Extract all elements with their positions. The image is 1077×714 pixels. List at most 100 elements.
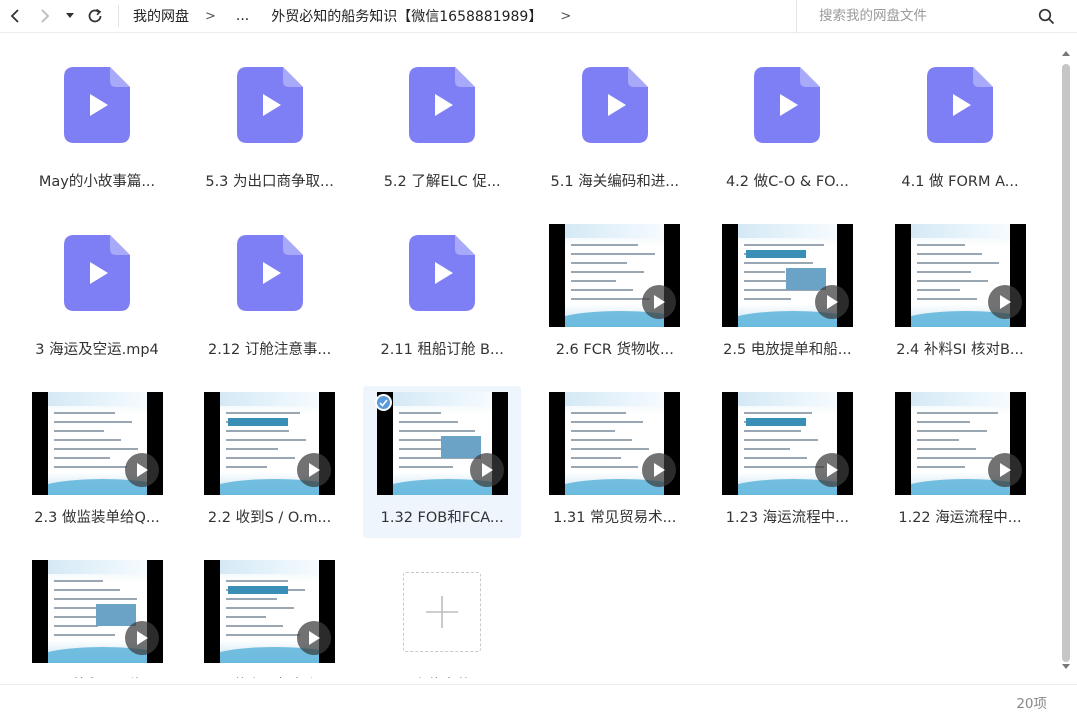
play-icon[interactable] <box>642 285 677 319</box>
file-thumbnail <box>18 386 176 501</box>
video-file-icon <box>64 234 130 311</box>
play-icon[interactable] <box>124 621 159 655</box>
video-file-icon <box>754 66 821 143</box>
play-icon[interactable] <box>814 285 849 319</box>
file-name: 5.3 为出口商争取... <box>205 174 334 190</box>
video-file-icon <box>409 66 476 143</box>
video-thumbnail <box>721 392 853 495</box>
file-item[interactable]: 5.2 了解ELC 促... <box>363 50 521 202</box>
scrollbar-thumb[interactable] <box>1062 64 1070 662</box>
breadcrumb-separator: > <box>205 8 216 24</box>
file-name: May的小故事篇... <box>38 174 156 190</box>
video-thumbnail <box>549 224 681 327</box>
file-name: 5.1 海关编码和进... <box>550 174 680 190</box>
breadcrumb-ellipsis[interactable]: ... <box>236 8 249 24</box>
back-button[interactable] <box>0 0 30 33</box>
video-thumbnail <box>31 560 163 663</box>
refresh-button[interactable] <box>80 0 110 33</box>
play-icon[interactable] <box>987 285 1022 319</box>
status-bar: 20项 <box>0 684 1077 714</box>
file-name: 1.31 常见贸易术... <box>553 510 677 526</box>
file-name: 4.1 做 FORM A... <box>901 174 1019 190</box>
file-name: 2.4 补料SI 核对B... <box>896 342 1024 358</box>
file-thumbnail <box>191 554 349 669</box>
file-thumbnail <box>191 50 349 165</box>
file-thumbnail <box>881 386 1039 501</box>
file-item[interactable]: 2.11 租船订舱 B... <box>363 218 521 370</box>
video-thumbnail <box>721 224 853 327</box>
play-icon[interactable] <box>814 453 849 487</box>
search-input[interactable] <box>797 8 1027 24</box>
file-name: 2.5 电放提单和船... <box>723 342 852 358</box>
caret-down-icon <box>66 13 74 18</box>
file-thumbnail <box>191 218 349 333</box>
file-item[interactable]: 1.21 外贸公司海... <box>18 554 176 678</box>
upload-dropzone[interactable] <box>403 572 482 652</box>
video-thumbnail <box>31 392 163 495</box>
upload-file-button[interactable]: 上传文件 <box>363 554 521 678</box>
file-name: 2.2 收到S / O.m... <box>207 510 332 526</box>
file-item[interactable]: 1.22 海运流程中... <box>881 386 1039 538</box>
file-name: 2.6 FCR 货物收... <box>555 342 674 358</box>
file-thumbnail <box>536 218 694 333</box>
play-icon[interactable] <box>469 453 504 487</box>
file-item[interactable]: 3 海运及空运.mp4 <box>18 218 176 370</box>
file-item[interactable]: 2.12 订舱注意事... <box>191 218 349 370</box>
item-count: 20项 <box>1016 696 1047 712</box>
play-icon[interactable] <box>124 453 159 487</box>
file-item[interactable]: 5.3 为出口商争取... <box>191 50 349 202</box>
video-thumbnail <box>894 392 1026 495</box>
file-thumbnail <box>18 554 176 669</box>
scroll-down-arrow-icon[interactable] <box>1062 664 1070 670</box>
file-name: 2.11 租船订舱 B... <box>380 342 504 358</box>
file-name: 1.22 海运流程中... <box>898 510 1022 526</box>
file-thumbnail <box>536 50 694 165</box>
file-item[interactable]: 2.6 FCR 货物收... <box>536 218 694 370</box>
file-item[interactable]: 5.1 海关编码和进... <box>536 50 694 202</box>
play-icon[interactable] <box>297 453 332 487</box>
video-file-icon <box>64 66 130 143</box>
play-icon[interactable] <box>642 453 677 487</box>
video-file-icon <box>581 66 648 143</box>
file-name: 2.12 订舱注意事... <box>207 342 332 358</box>
breadcrumb-root[interactable]: 我的网盘 <box>133 6 189 26</box>
file-name: 1.1 什么是船务和... <box>191 674 349 678</box>
file-item[interactable]: May的小故事篇... <box>18 50 176 202</box>
file-item[interactable]: 4.2 做C-O & FO... <box>708 50 866 202</box>
file-thumbnail <box>191 386 349 501</box>
file-thumbnail <box>536 386 694 501</box>
play-icon[interactable] <box>297 621 332 655</box>
file-grid: May的小故事篇... 5.3 为出口商争取... 5.2 了解ELC 促... 5.… <box>18 50 1048 678</box>
file-item[interactable]: 2.5 电放提单和船... <box>708 218 866 370</box>
breadcrumb-separator[interactable]: > <box>560 9 571 24</box>
file-thumbnail <box>363 50 521 165</box>
play-icon[interactable] <box>987 453 1022 487</box>
breadcrumb: 我的网盘 > ... 外贸必知的船务知识【微信1658881989】 > <box>119 0 796 33</box>
file-item[interactable]: 1.32 FOB和FCA... <box>363 386 522 538</box>
file-thumbnail <box>708 386 866 501</box>
file-name: 1.32 FOB和FCA... <box>380 510 504 526</box>
refresh-icon <box>88 8 102 23</box>
file-item[interactable]: 1.23 海运流程中... <box>708 386 866 538</box>
file-item[interactable]: 2.2 收到S / O.m... <box>191 386 349 538</box>
file-item[interactable]: 2.3 做监装单给Q... <box>18 386 176 538</box>
upload-label: 上传文件 <box>363 674 521 678</box>
plus-icon <box>426 596 459 628</box>
file-name: 3 海运及空运.mp4 <box>35 342 159 358</box>
file-item[interactable]: 1.1 什么是船务和... <box>191 554 349 678</box>
forward-button[interactable] <box>30 0 60 33</box>
vertical-scrollbar[interactable] <box>1059 48 1073 678</box>
file-thumbnail <box>881 50 1039 165</box>
file-name: 4.2 做C-O & FO... <box>725 174 849 190</box>
breadcrumb-current[interactable]: 外贸必知的船务知识【微信1658881989】 <box>271 6 542 26</box>
history-dropdown-button[interactable] <box>60 0 80 33</box>
file-thumbnail <box>18 218 176 333</box>
scroll-up-arrow-icon[interactable] <box>1062 50 1070 56</box>
file-item[interactable]: 1.31 常见贸易术... <box>536 386 694 538</box>
video-file-icon <box>409 234 476 311</box>
file-thumbnail <box>881 218 1039 333</box>
file-item[interactable]: 4.1 做 FORM A... <box>881 50 1039 202</box>
search-icon[interactable] <box>1038 8 1055 25</box>
file-item[interactable]: 2.4 补料SI 核对B... <box>881 218 1039 370</box>
file-name: 1.21 外贸公司海... <box>18 674 176 678</box>
